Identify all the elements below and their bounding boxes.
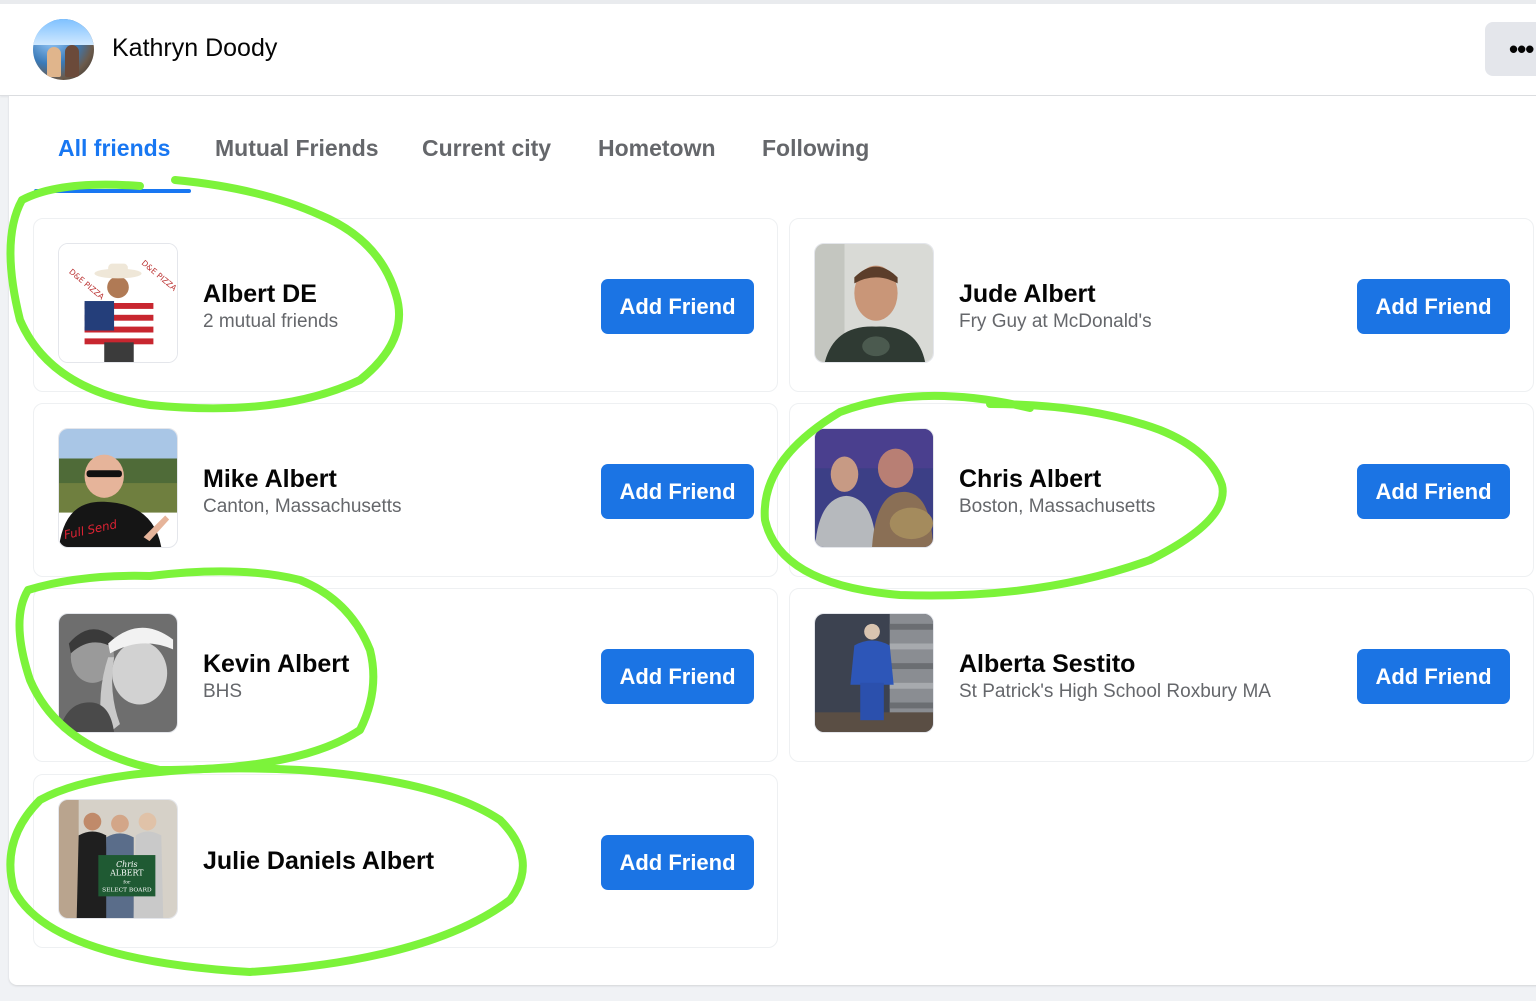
- friend-photo[interactable]: [814, 613, 934, 733]
- sign-text-1: Chris: [116, 860, 137, 869]
- header-top-divider: [0, 0, 1536, 4]
- friend-photo[interactable]: Chris ALBERT for SELECT BOARD: [58, 799, 178, 919]
- friend-subtitle[interactable]: St Patrick's High School Roxbury MA: [959, 681, 1271, 703]
- friend-name[interactable]: Alberta Sestito: [959, 650, 1135, 679]
- add-friend-button[interactable]: Add Friend: [1357, 279, 1510, 334]
- profile-name[interactable]: Kathryn Doody: [112, 34, 277, 63]
- friend-photo[interactable]: [814, 243, 934, 363]
- tab-all-friends[interactable]: All friends: [58, 135, 170, 162]
- friend-photo[interactable]: D&E PIZZA D&E PIZZA: [58, 243, 178, 363]
- sign-text-2: ALBERT: [109, 869, 144, 878]
- friend-name[interactable]: Julie Daniels Albert: [203, 847, 434, 876]
- friend-card-albert-de: D&E PIZZA D&E PIZZA Albert DE 2 mutual f…: [33, 218, 778, 392]
- friend-name[interactable]: Albert DE: [203, 280, 317, 309]
- friend-subtitle[interactable]: Canton, Massachusetts: [203, 496, 402, 518]
- friend-subtitle[interactable]: Fry Guy at McDonald's: [959, 311, 1152, 333]
- add-friend-button[interactable]: Add Friend: [1357, 649, 1510, 704]
- avatar[interactable]: [33, 19, 94, 80]
- add-friend-button[interactable]: Add Friend: [1357, 464, 1510, 519]
- friend-card-julie-daniels-albert: Chris ALBERT for SELECT BOARD Julie Dani…: [33, 774, 778, 948]
- more-options-button[interactable]: •••: [1485, 22, 1536, 76]
- add-friend-button[interactable]: Add Friend: [601, 279, 754, 334]
- profile-header: Kathryn Doody •••: [0, 0, 1536, 96]
- sign-text-4: SELECT BOARD: [102, 887, 152, 893]
- tab-current-city[interactable]: Current city: [422, 135, 551, 162]
- tab-hometown[interactable]: Hometown: [598, 135, 716, 162]
- sign-text-3: for: [123, 880, 131, 886]
- friend-photo[interactable]: [814, 428, 934, 548]
- friend-name[interactable]: Kevin Albert: [203, 650, 349, 679]
- friend-name[interactable]: Jude Albert: [959, 280, 1096, 309]
- add-friend-button[interactable]: Add Friend: [601, 464, 754, 519]
- friend-card-jude-albert: Jude Albert Fry Guy at McDonald's Add Fr…: [789, 218, 1534, 392]
- friend-photo[interactable]: [58, 613, 178, 733]
- friend-card-alberta-sestito: Alberta Sestito St Patrick's High School…: [789, 588, 1534, 762]
- add-friend-button[interactable]: Add Friend: [601, 649, 754, 704]
- friend-subtitle[interactable]: Boston, Massachusetts: [959, 496, 1155, 518]
- friend-name[interactable]: Mike Albert: [203, 465, 337, 494]
- add-friend-button[interactable]: Add Friend: [601, 835, 754, 890]
- tab-mutual-friends[interactable]: Mutual Friends: [215, 135, 379, 162]
- friend-card-chris-albert: Chris Albert Boston, Massachusetts Add F…: [789, 403, 1534, 577]
- friend-card-mike-albert: Full Send Mike Albert Canton, Massachuse…: [33, 403, 778, 577]
- friend-card-kevin-albert: Kevin Albert BHS Add Friend: [33, 588, 778, 762]
- tab-following[interactable]: Following: [762, 135, 869, 162]
- friend-photo[interactable]: Full Send: [58, 428, 178, 548]
- friend-name[interactable]: Chris Albert: [959, 465, 1101, 494]
- friend-subtitle[interactable]: 2 mutual friends: [203, 311, 338, 333]
- active-tab-indicator: [34, 189, 191, 193]
- friend-subtitle[interactable]: BHS: [203, 681, 242, 703]
